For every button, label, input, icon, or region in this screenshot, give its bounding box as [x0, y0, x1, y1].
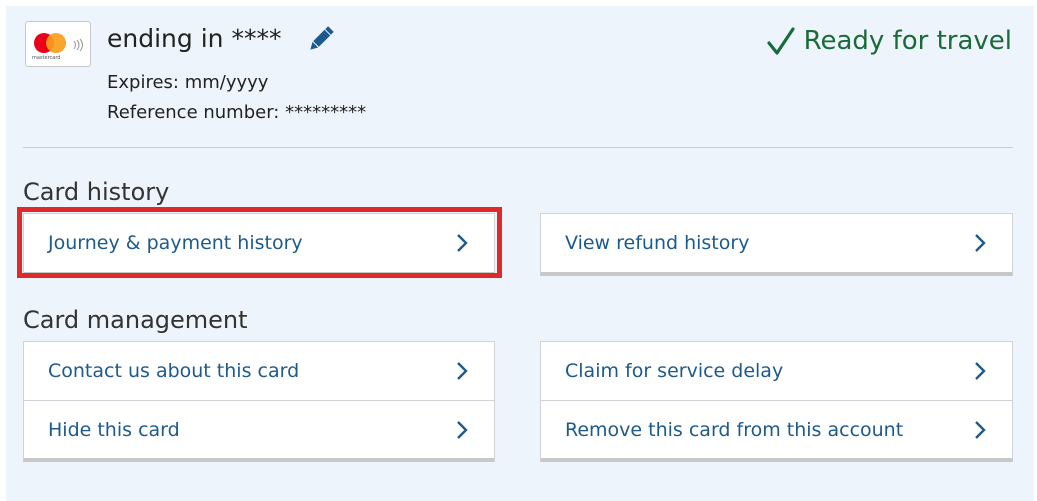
chevron-right-icon: [457, 234, 468, 252]
card-brand-text: mastercard: [32, 55, 61, 61]
card-management-heading: Card management: [23, 306, 248, 334]
link-label: View refund history: [565, 232, 750, 254]
status-indicator: Ready for travel: [766, 26, 1012, 56]
card-expiry: Expires: mm/yyyy: [107, 72, 269, 93]
card-history-links-left: Journey & payment history: [23, 213, 495, 276]
link-label: Contact us about this card: [48, 360, 300, 382]
link-label: Claim for service delay: [565, 360, 784, 382]
view-refund-history-link[interactable]: View refund history: [541, 214, 1012, 272]
chevron-right-icon: [975, 234, 986, 252]
card-panel: mastercard ending in **** Expires: mm/yy…: [6, 6, 1034, 501]
contact-us-about-card-link[interactable]: Contact us about this card: [24, 342, 494, 400]
card-management-links-right: Claim for service delay Remove this card…: [540, 341, 1013, 462]
checkmark-icon: [766, 27, 795, 55]
remove-card-from-account-link[interactable]: Remove this card from this account: [541, 400, 1012, 458]
chevron-right-icon: [975, 420, 986, 439]
contactless-icon: [73, 38, 83, 52]
journey-payment-history-link[interactable]: Journey & payment history: [24, 214, 494, 272]
status-label: Ready for travel: [803, 26, 1012, 56]
card-title: ending in ****: [107, 24, 282, 53]
link-label: Hide this card: [48, 418, 180, 441]
card-reference-number: Reference number: *********: [107, 102, 367, 123]
mastercard-card-image: mastercard: [25, 21, 91, 67]
chevron-right-icon: [457, 420, 468, 439]
card-history-links-right: View refund history: [540, 213, 1013, 276]
chevron-right-icon: [975, 362, 986, 380]
claim-service-delay-link[interactable]: Claim for service delay: [541, 342, 1012, 400]
hide-card-link[interactable]: Hide this card: [24, 400, 494, 458]
chevron-right-icon: [457, 362, 468, 380]
divider: [23, 147, 1013, 148]
card-history-heading: Card history: [23, 178, 170, 206]
link-label: Remove this card from this account: [565, 418, 904, 441]
edit-pencil-icon[interactable]: [306, 24, 336, 54]
link-label: Journey & payment history: [48, 232, 303, 254]
card-management-links-left: Contact us about this card Hide this car…: [23, 341, 495, 462]
mastercard-logo: [34, 33, 66, 53]
